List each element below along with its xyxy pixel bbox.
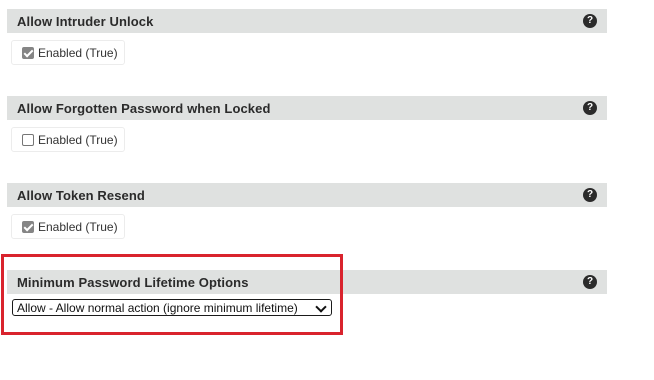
highlight-annotation-box <box>1 254 343 335</box>
setting-title: Allow Forgotten Password when Locked <box>17 101 271 116</box>
checkbox-label: Enabled (True) <box>38 219 118 234</box>
setting-title: Allow Intruder Unlock <box>17 14 154 29</box>
checkbox-unchecked[interactable] <box>22 133 34 146</box>
help-icon[interactable]: ? <box>583 188 597 202</box>
help-icon[interactable]: ? <box>583 14 597 28</box>
minimum-password-lifetime-select[interactable]: Allow - Allow normal action (ignore mini… <box>12 299 332 316</box>
allow-forgotten-password-checkbox[interactable]: Enabled (True) <box>11 127 125 152</box>
setting-header-allow-forgotten-password: Allow Forgotten Password when Locked ? <box>7 96 607 120</box>
setting-title: Minimum Password Lifetime Options <box>17 275 249 290</box>
allow-intruder-unlock-checkbox[interactable]: Enabled (True) <box>11 40 125 65</box>
help-icon[interactable]: ? <box>583 275 597 289</box>
allow-token-resend-checkbox[interactable]: Enabled (True) <box>11 214 125 239</box>
checkbox-checked[interactable] <box>22 220 34 233</box>
checkbox-label: Enabled (True) <box>38 132 118 147</box>
help-icon[interactable]: ? <box>583 101 597 115</box>
select-value: Allow - Allow normal action (ignore mini… <box>17 301 298 315</box>
chevron-down-icon <box>315 301 327 313</box>
setting-header-allow-intruder-unlock: Allow Intruder Unlock ? <box>7 9 607 33</box>
checkbox-checked[interactable] <box>22 46 34 59</box>
setting-title: Allow Token Resend <box>17 188 145 203</box>
setting-header-allow-token-resend: Allow Token Resend ? <box>7 183 607 207</box>
setting-header-minimum-password-lifetime: Minimum Password Lifetime Options ? <box>7 270 607 294</box>
checkbox-label: Enabled (True) <box>38 45 118 60</box>
